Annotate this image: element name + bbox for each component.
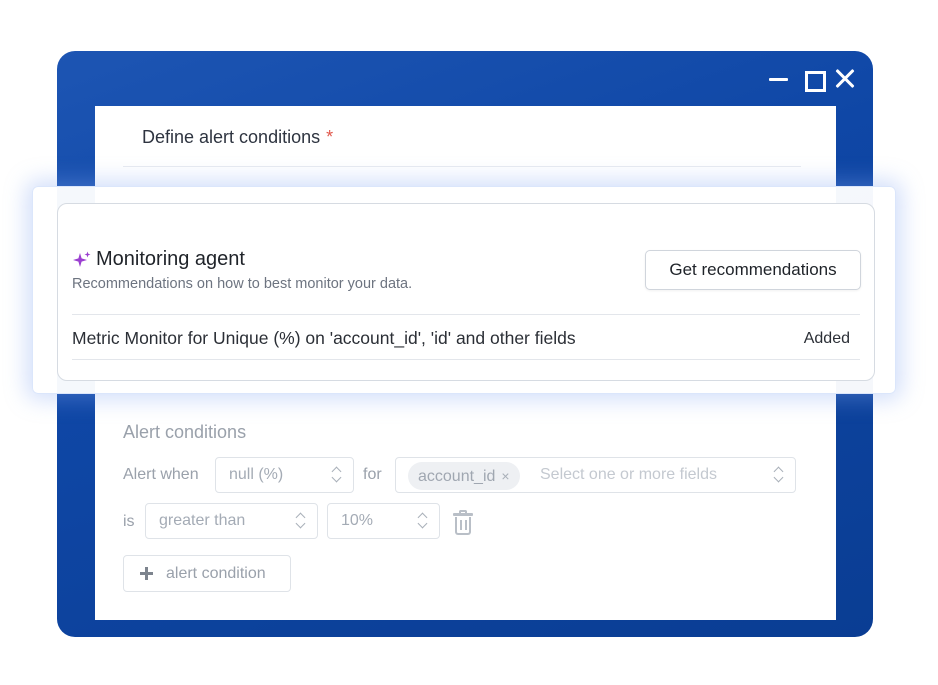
- agent-title: Monitoring agent: [96, 248, 245, 270]
- stepper-icon[interactable]: [418, 513, 427, 529]
- fields-placeholder: Select one or more fields: [540, 466, 717, 483]
- alert-conditions-title: Alert conditions: [123, 422, 247, 442]
- close-icon[interactable]: [832, 67, 858, 91]
- add-alert-condition-button[interactable]: alert condition: [123, 555, 291, 592]
- sparkle-icon: [73, 251, 91, 267]
- divider: [123, 166, 801, 167]
- chevron-updown-icon: [296, 513, 305, 529]
- monitoring-agent-card: Monitoring agent Recommendations on how …: [57, 203, 875, 381]
- agent-subtitle: Recommendations on how to best monitor y…: [72, 276, 413, 292]
- form-title-text: Define alert conditions: [142, 127, 321, 147]
- chevron-updown-icon: [774, 467, 783, 483]
- required-marker: *: [326, 127, 334, 147]
- operator-select[interactable]: greater than: [145, 503, 318, 539]
- fields-select[interactable]: account_id × Select one or more fields: [395, 457, 796, 493]
- recommendation-status: Added: [803, 330, 850, 347]
- metric-select[interactable]: null (%): [215, 457, 354, 493]
- agent-highlight-overlay: Monitoring agent Recommendations on how …: [32, 186, 896, 394]
- field-chip-label: account_id: [418, 468, 496, 485]
- field-chip: account_id ×: [408, 462, 520, 490]
- divider: [72, 314, 860, 315]
- maximize-icon[interactable]: [800, 67, 826, 92]
- minimize-icon[interactable]: [766, 67, 792, 91]
- for-label: for: [363, 466, 382, 483]
- get-recommendations-button[interactable]: Get recommendations: [645, 250, 861, 290]
- trash-icon[interactable]: [451, 510, 475, 536]
- operator-select-value: greater than: [159, 512, 246, 529]
- recommendation-text: Metric Monitor for Unique (%) on 'accoun…: [72, 328, 576, 348]
- metric-select-value: null (%): [229, 466, 284, 483]
- threshold-input[interactable]: 10%: [327, 503, 440, 539]
- chip-remove-icon[interactable]: ×: [501, 468, 509, 484]
- agent-header: Monitoring agent: [72, 248, 245, 271]
- chevron-updown-icon: [332, 467, 341, 483]
- form-title: Define alert conditions *: [142, 127, 333, 148]
- add-condition-label: alert condition: [166, 565, 266, 582]
- plus-icon: [140, 567, 153, 580]
- is-label: is: [123, 513, 135, 530]
- alert-when-label: Alert when: [123, 466, 199, 483]
- threshold-value: 10%: [341, 512, 374, 529]
- divider: [72, 359, 860, 360]
